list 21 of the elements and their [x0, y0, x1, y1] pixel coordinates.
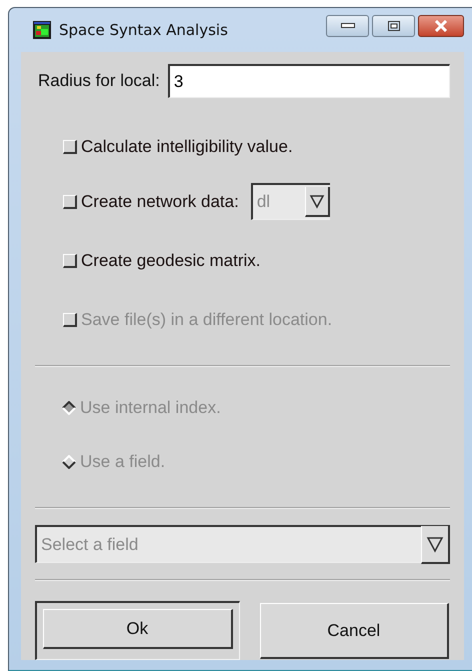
radius-label: Radius for local:	[38, 71, 160, 91]
app-icon	[33, 21, 51, 39]
checkbox[interactable]	[63, 140, 77, 154]
minimize-icon	[340, 23, 354, 29]
radio-label: Use internal index.	[80, 398, 221, 418]
maximize-button[interactable]	[372, 15, 415, 37]
checkbox[interactable]	[63, 194, 77, 208]
checkbox-label: Create network data:	[81, 192, 239, 212]
checkbox-label: Calculate intelligibility value.	[81, 137, 293, 157]
close-button[interactable]	[418, 15, 464, 37]
checkbox-label: Save file(s) in a different location.	[81, 310, 332, 330]
close-icon	[434, 20, 448, 32]
maximize-icon	[388, 21, 400, 31]
checkbox-label: Create geodesic matrix.	[81, 250, 261, 270]
checkbox[interactable]	[63, 254, 77, 268]
dialog-button[interactable]: Ok	[43, 609, 232, 649]
radio-label: Use a field.	[80, 452, 166, 472]
radius-field[interactable]: 3	[168, 64, 450, 98]
window-title: Space Syntax Analysis	[59, 21, 229, 39]
minimize-button[interactable]	[326, 15, 369, 37]
dialog-button[interactable]: Cancel	[260, 603, 449, 659]
